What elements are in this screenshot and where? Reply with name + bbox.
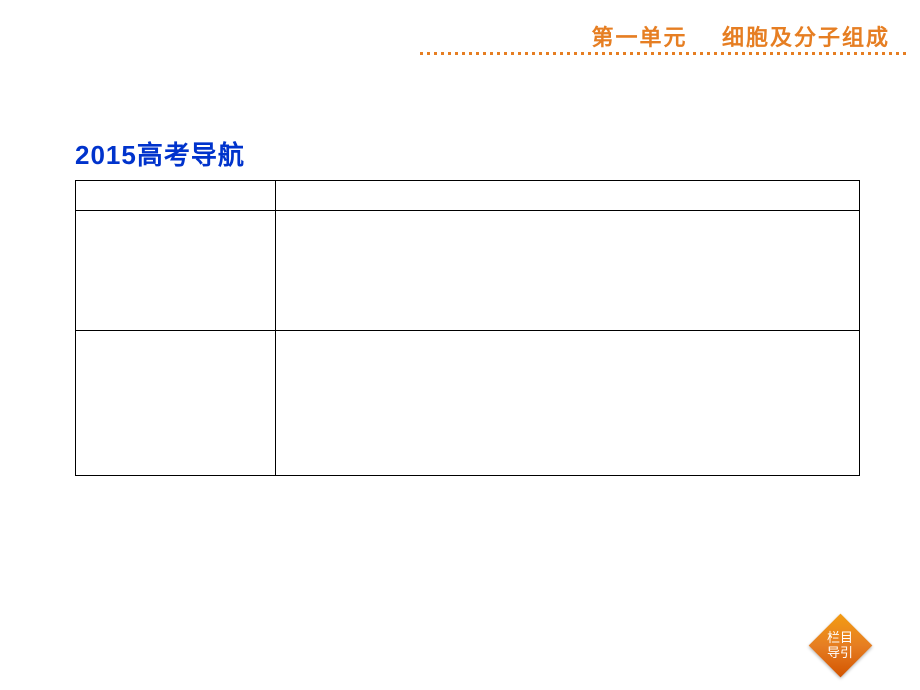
table-cell bbox=[276, 211, 860, 331]
nav-badge-text: 栏目 导引 bbox=[827, 630, 853, 660]
nav-badge-line1: 栏目 bbox=[827, 630, 853, 645]
table-row bbox=[76, 331, 860, 476]
unit-label: 第一单元 bbox=[592, 25, 688, 50]
table-row bbox=[76, 181, 860, 211]
table-cell bbox=[276, 331, 860, 476]
table-cell bbox=[276, 181, 860, 211]
table-cell bbox=[76, 331, 276, 476]
header-divider bbox=[420, 52, 910, 55]
nav-badge-line2: 导引 bbox=[827, 645, 853, 660]
unit-title: 细胞及分子组成 bbox=[722, 25, 890, 50]
page-header: 第一单元 细胞及分子组成 bbox=[592, 20, 890, 52]
content-table-container bbox=[75, 180, 860, 476]
table-cell bbox=[76, 211, 276, 331]
table-row bbox=[76, 211, 860, 331]
content-table bbox=[75, 180, 860, 476]
table-cell bbox=[76, 181, 276, 211]
page-title: 2015高考导航 bbox=[75, 135, 245, 172]
nav-badge[interactable]: 栏目 导引 bbox=[810, 615, 870, 675]
